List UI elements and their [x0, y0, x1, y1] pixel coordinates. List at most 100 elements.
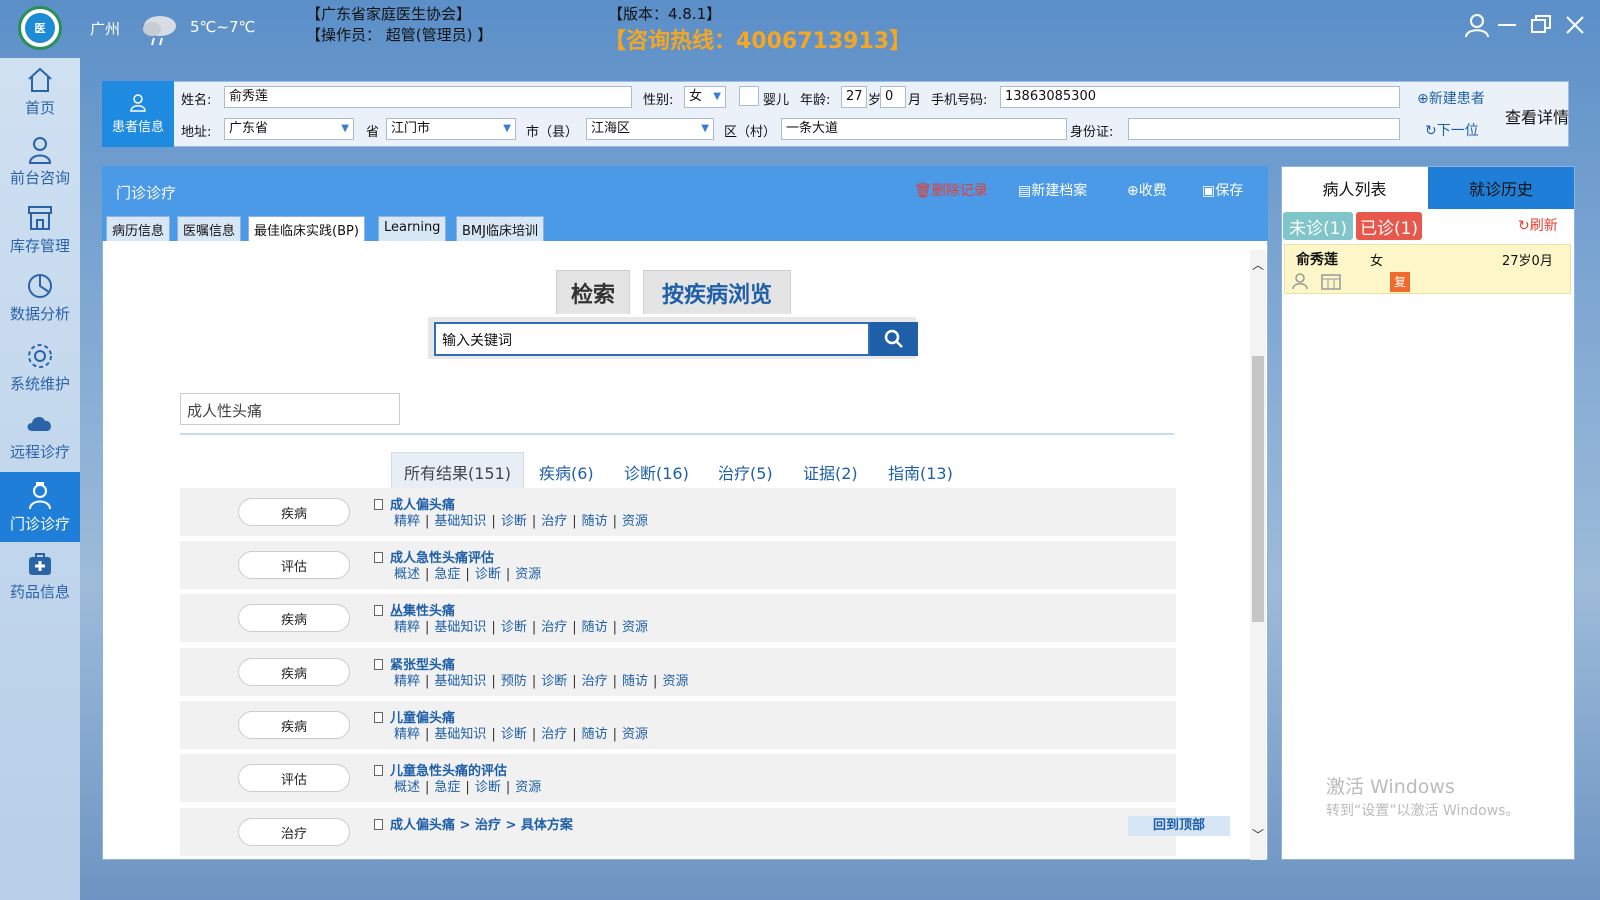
save-button[interactable]: ▣保存	[1202, 180, 1243, 200]
id-field[interactable]	[1128, 118, 1400, 140]
sidebar-item-inventory[interactable]: 库存管理	[0, 196, 80, 262]
result-section-link[interactable]: 精粹	[394, 514, 420, 529]
age-months-field[interactable]: 0	[880, 86, 906, 108]
result-tab-diagnosis[interactable]: 诊断(16)	[624, 460, 689, 484]
result-section-link[interactable]: 急症	[434, 567, 460, 582]
age-years-field[interactable]: 27	[841, 86, 867, 108]
result-tab-disease[interactable]: 疾病(6)	[539, 460, 594, 484]
chart-icon	[28, 273, 52, 298]
search-input[interactable]: 输入关键词	[434, 322, 870, 356]
sidebar-item-reception[interactable]: 前台咨询	[0, 128, 80, 194]
sidebar-item-drugs[interactable]: 药品信息	[0, 542, 80, 608]
result-section-link[interactable]: 资源	[622, 514, 648, 529]
result-section-link[interactable]: 基础知识	[434, 727, 486, 742]
result-section-link[interactable]: 诊断	[541, 674, 567, 689]
delete-record-button[interactable]: 🗑删除记录	[914, 180, 988, 200]
result-section-link[interactable]: 急症	[434, 780, 460, 795]
phone-field[interactable]: 13863085300	[1000, 86, 1400, 108]
patient-info-tab-label: 患者信息	[111, 119, 164, 135]
result-section-link[interactable]: 基础知识	[434, 674, 486, 689]
result-section-link[interactable]: 概述	[394, 567, 420, 582]
result-section-link[interactable]: 预防	[501, 674, 527, 689]
back-to-top-button[interactable]: 回到顶部	[1128, 816, 1230, 836]
result-section-link[interactable]: 随访	[582, 727, 608, 742]
scrollbar-thumb[interactable]	[1252, 356, 1264, 622]
name-field[interactable]: 俞秀莲	[224, 86, 632, 108]
search-mode-tab[interactable]: 检索	[556, 270, 630, 314]
person-card-icon	[1292, 273, 1308, 290]
result-tab-guidelines[interactable]: 指南(13)	[888, 460, 953, 484]
browse-by-disease-tab[interactable]: 按疾病浏览	[643, 270, 791, 314]
document-icon	[374, 605, 383, 616]
result-section-link[interactable]: 诊断	[475, 780, 501, 795]
refresh-button[interactable]: ↻刷新	[1518, 215, 1558, 235]
city-select[interactable]: 江门市 ▼	[386, 118, 516, 140]
street-field[interactable]: 一条大道	[781, 118, 1067, 140]
sidebar-item-analytics[interactable]: 数据分析	[0, 264, 80, 330]
tab-best-practice[interactable]: 最佳临床实践(BP)	[248, 216, 365, 241]
charge-button[interactable]: ⊕收费	[1127, 180, 1167, 200]
infant-checkbox[interactable]	[739, 86, 759, 106]
maximize-icon[interactable]	[1530, 14, 1552, 36]
tab-medical-record[interactable]: 病历信息	[106, 216, 171, 241]
close-icon[interactable]	[1564, 14, 1586, 36]
minimize-icon[interactable]	[1496, 14, 1518, 36]
pending-filter[interactable]: 未诊(1)	[1283, 212, 1353, 240]
view-details-button[interactable]: 查看详情	[1505, 104, 1569, 128]
patient-info-tab[interactable]: 患者信息	[102, 81, 174, 147]
result-tab-evidence[interactable]: 证据(2)	[803, 460, 858, 484]
result-section-link[interactable]: 资源	[622, 620, 648, 635]
result-section-link[interactable]: 精粹	[394, 727, 420, 742]
sidebar-item-remote[interactable]: 远程诊疗	[0, 402, 80, 468]
sidebar-item-home[interactable]: 首页	[0, 58, 80, 124]
result-section-link[interactable]: 基础知识	[434, 620, 486, 635]
result-section-link[interactable]: 概述	[394, 780, 420, 795]
district-select[interactable]: 江海区 ▼	[586, 118, 714, 140]
tab-learning[interactable]: Learning	[378, 216, 447, 241]
done-filter[interactable]: 已诊(1)	[1356, 212, 1422, 240]
search-button[interactable]	[870, 322, 918, 356]
result-section-link[interactable]: 诊断	[501, 514, 527, 529]
new-file-button[interactable]: ▤新建档案	[1018, 180, 1087, 200]
result-section-link[interactable]: 治疗	[541, 727, 567, 742]
id-label: 身份证:	[1070, 125, 1114, 140]
link-separator: |	[531, 620, 537, 635]
tab-visit-history[interactable]: 就诊历史	[1428, 167, 1574, 209]
result-section-link[interactable]: 诊断	[501, 727, 527, 742]
sex-select[interactable]: 女 ▼	[684, 86, 726, 108]
result-title: 成人偏头痛 > 治疗 > 具体方案	[390, 818, 573, 833]
scroll-down-icon[interactable]: ﹀	[1252, 826, 1264, 843]
sidebar-item-outpatient[interactable]: 门诊诊疗	[0, 472, 80, 542]
result-section-link[interactable]: 随访	[582, 620, 608, 635]
sidebar-item-label: 药品信息	[9, 582, 70, 601]
user-account-icon[interactable]	[1464, 12, 1490, 38]
result-section-link[interactable]: 诊断	[475, 567, 501, 582]
result-section-link[interactable]: 资源	[515, 780, 541, 795]
new-patient-button[interactable]: ⊕新建患者	[1417, 88, 1485, 108]
tab-orders[interactable]: 医嘱信息	[177, 216, 242, 241]
months-unit: 月	[908, 93, 922, 108]
result-title-link[interactable]: 成人偏头痛 > 治疗 > 具体方案	[374, 814, 573, 833]
result-tab-treatment[interactable]: 治疗(5)	[718, 460, 773, 484]
result-tab-all[interactable]: 所有结果(151)	[391, 452, 525, 490]
result-section-link[interactable]: 随访	[622, 674, 648, 689]
result-section-link[interactable]: 治疗	[582, 674, 608, 689]
province-select[interactable]: 广东省 ▼	[224, 118, 354, 140]
scroll-up-icon[interactable]: ︿	[1252, 256, 1264, 273]
result-section-link[interactable]: 资源	[662, 674, 688, 689]
tab-patient-list[interactable]: 病人列表	[1282, 167, 1427, 209]
result-section-link[interactable]: 基础知识	[434, 514, 486, 529]
document-icon	[374, 499, 383, 510]
result-section-link[interactable]: 资源	[622, 727, 648, 742]
result-section-link[interactable]: 治疗	[541, 514, 567, 529]
next-patient-button[interactable]: ↻下一位	[1425, 120, 1479, 140]
result-section-link[interactable]: 精粹	[394, 674, 420, 689]
result-section-link[interactable]: 随访	[582, 514, 608, 529]
tab-bmj-training[interactable]: BMJ临床培训	[456, 216, 544, 241]
result-section-link[interactable]: 治疗	[541, 620, 567, 635]
keyword-field[interactable]: 成人性头痛	[180, 393, 400, 425]
result-section-link[interactable]: 资源	[515, 567, 541, 582]
result-section-link[interactable]: 精粹	[394, 620, 420, 635]
result-section-link[interactable]: 诊断	[501, 620, 527, 635]
sidebar-item-system[interactable]: 系统维护	[0, 334, 80, 400]
